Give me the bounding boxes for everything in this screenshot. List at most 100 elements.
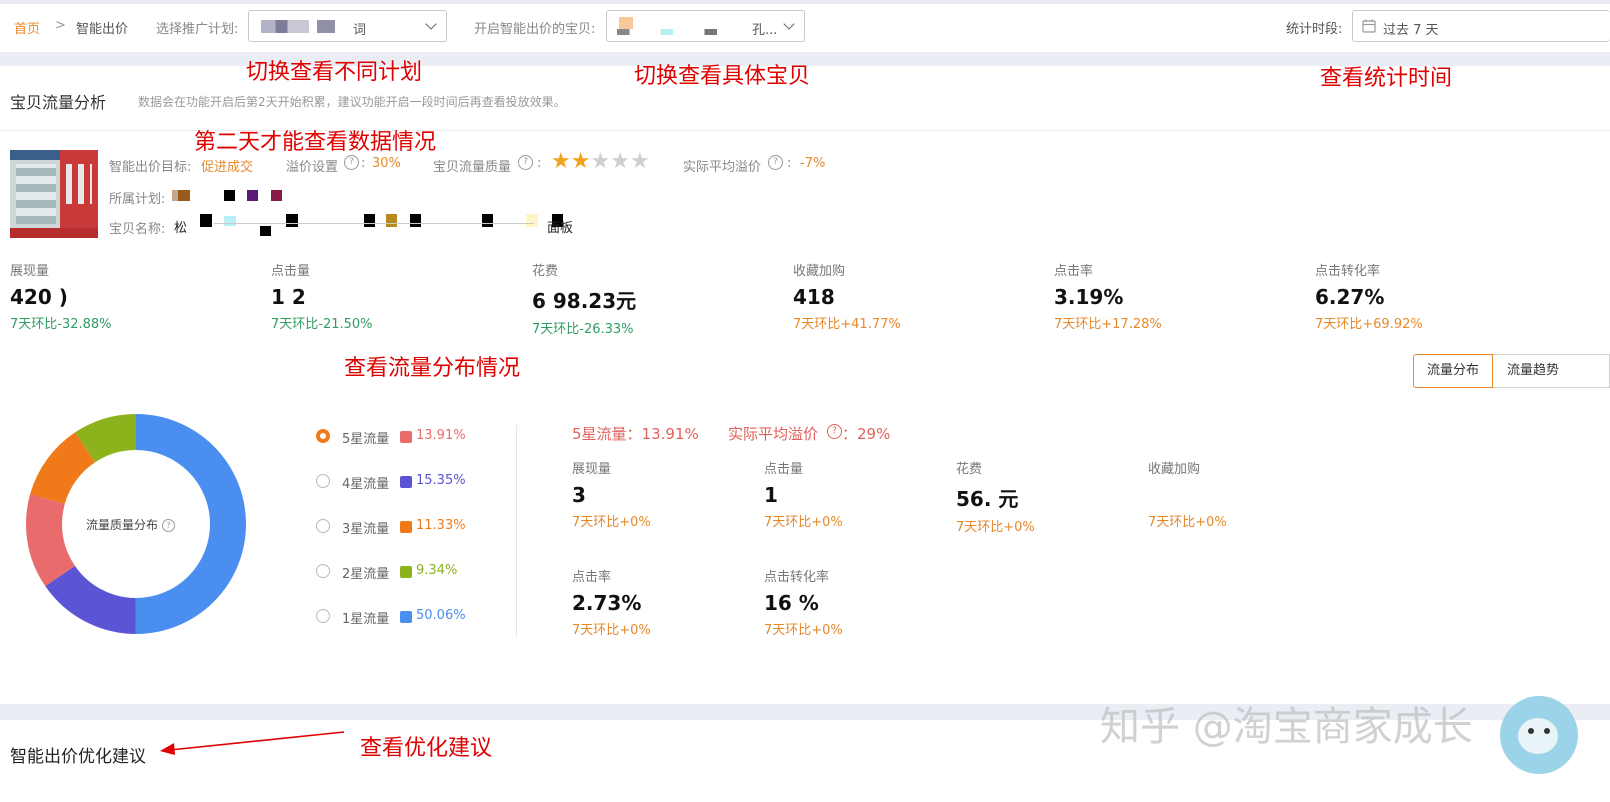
chevron-down-icon [425,18,437,30]
metric-change: 7天环比+17.28% [1054,317,1162,332]
detail-metric-label: 展现量 [572,462,612,477]
metric-card: 收藏加购 418 7天环比+41.77% [793,260,901,332]
legend-name: 5星流量 [342,432,390,447]
tab-distribution[interactable]: 流量分布 [1413,354,1493,388]
star-icon: ★ [590,149,611,174]
metric-change: 7天环比+41.77% [793,317,901,332]
detail-metric-value [1148,483,1227,507]
legend-item[interactable]: 1星流量 50.06% [316,608,486,627]
legend-swatch [400,566,412,578]
detail-metric-card: 点击量 1 7天环比+0% [764,458,843,530]
avg-premium-colon: : [787,156,792,171]
detail-heading: 5星流量：13.91% [572,425,699,443]
detail-metric-value: 56. 元 [956,487,1019,511]
radio-button[interactable] [316,474,330,488]
item-thumbnail[interactable] [10,150,98,238]
detail-metric-change: 7天环比+0% [764,515,843,530]
legend-percent: 50.06% [416,608,466,623]
radio-button[interactable] [316,564,330,578]
help-icon[interactable]: ? [344,155,359,170]
avg-premium-label: 实际平均溢价 [683,160,762,175]
legend-swatch [400,431,412,443]
legend-swatch [400,611,412,623]
blurred-item-name [617,29,742,35]
help-icon[interactable]: ? [161,519,175,532]
chevron-down-icon [783,18,795,30]
detail-metric-value: 2.73% [572,591,642,615]
detail-metric-change: 7天环比+0% [1148,515,1227,530]
tab-trend[interactable]: 流量趋势 [1493,354,1610,388]
annotation-switch-plan: 切换查看不同计划 [246,60,423,85]
period-select-value: 过去 7 天 [1383,23,1439,38]
detail-metric-value: 16 % [764,591,819,615]
watermark: 知乎 @淘宝商家成长 [1100,704,1473,750]
legend-name: 2星流量 [342,567,390,582]
avg-premium-value: -7% [800,156,826,171]
metric-label: 收藏加购 [793,264,846,279]
suggestion-title: 智能出价优化建议 [10,747,146,767]
metric-value: 418 [793,285,835,309]
detail-metric-label: 点击率 [572,570,612,585]
detail-divider [516,425,517,637]
radio-button[interactable] [316,609,330,623]
section-title: 宝贝流量分析 [10,93,107,112]
plan-select-label: 选择推广计划: [156,22,239,37]
metric-label: 点击量 [271,264,311,279]
detail-metric-change: 7天环比+0% [764,623,843,638]
annotation-view-period: 查看统计时间 [1320,66,1453,91]
legend-item[interactable]: 2星流量 9.34% [316,563,486,582]
legend-item[interactable]: 4星流量 15.35% [316,473,486,492]
item-name-label: 宝贝名称: [109,222,166,237]
legend-percent: 13.91% [416,428,466,443]
breadcrumb-current: 智能出价 [76,22,129,37]
metric-value: 6 98.23元 [532,289,637,313]
calendar-icon [1362,19,1376,33]
plan-select-value: 词 [353,23,367,38]
detail-metric-change: 7天环比+0% [572,623,651,638]
star-icon: ★ [551,149,571,174]
blurred-plan-name-2 [317,20,335,33]
thumb-footer [10,228,98,238]
top-strip [0,0,1610,4]
metric-label: 点击转化率 [1315,264,1381,279]
radio-button[interactable] [316,429,330,443]
detail-metric-change: 7天环比+0% [956,520,1035,535]
quality-colon: : [537,156,542,171]
help-icon[interactable]: ? [827,424,842,439]
item-name-end: 面板 [547,221,574,236]
metric-label: 点击率 [1054,264,1094,279]
legend-percent: 15.35% [416,473,466,488]
detail-metric-value: 3 [572,483,586,507]
legend-percent: 11.33% [416,518,466,533]
detail-metric-label: 收藏加购 [1148,462,1201,477]
breadcrumb-home[interactable]: 首页 [14,18,40,37]
avatar [1500,696,1578,774]
detail-metric-card: 收藏加购 7天环比+0% [1148,458,1227,530]
period-select[interactable]: 过去 7 天 [1352,10,1610,42]
plan-select[interactable]: 词 [248,10,447,42]
metric-card: 点击率 3.19% 7天环比+17.28% [1054,260,1162,332]
metric-card: 点击量 1 2 7天环比-21.50% [271,260,373,332]
goal-label: 智能出价目标: [109,160,192,175]
item-select[interactable]: 孔... [606,10,805,42]
legend-item[interactable]: 3星流量 11.33% [316,518,486,537]
annotation-view-suggestion: 查看优化建议 [360,736,493,761]
thumb-grid [66,164,92,204]
metric-change: 7天环比-26.33% [532,322,634,337]
thumb-grid-left [16,164,56,224]
help-icon[interactable]: ? [518,155,533,170]
metric-change: 7天环比-21.50% [271,317,373,332]
radio-button[interactable] [316,519,330,533]
metric-value: 420 ) [10,285,68,309]
quality-stars: ★★★★★ [551,151,650,173]
detail-avg-premium-label: 实际平均溢价 [728,425,819,443]
item-name-start: 松 [174,221,188,236]
help-icon[interactable]: ? [768,155,783,170]
plan-label: 所属计划: [109,192,166,207]
star-icon: ★ [629,149,650,174]
quality-label: 宝贝流量质量 [433,160,512,175]
section-note: 数据会在功能开启后第2天开始积累，建议功能开启一段时间后再查看投放效果。 [138,95,566,109]
detail-avg-premium-value: ：29% [842,425,891,443]
detail-metric-card: 点击转化率 16 % 7天环比+0% [764,566,843,638]
legend-item[interactable]: 5星流量 13.91% [316,428,486,447]
